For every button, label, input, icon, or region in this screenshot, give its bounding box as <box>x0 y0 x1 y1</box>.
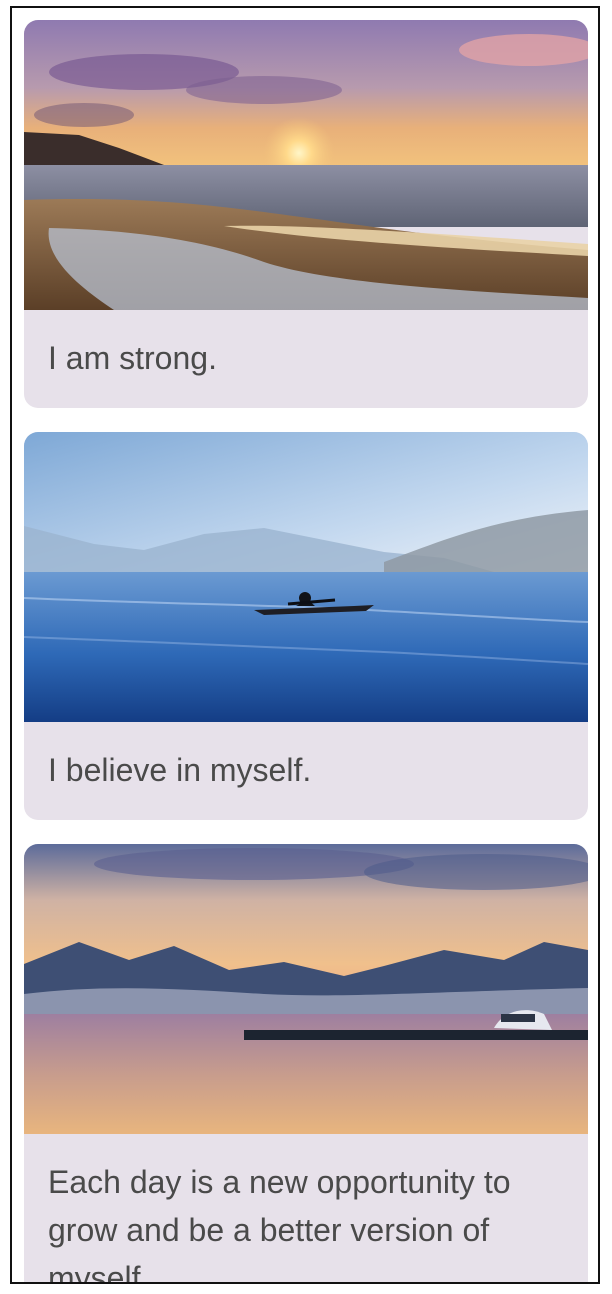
affirmations-frame: I am strong. I believe in myself. Each d… <box>10 6 600 1284</box>
mountain-lake-image <box>24 844 588 1134</box>
affirmation-card[interactable]: Each day is a new opportunity to grow an… <box>24 844 588 1284</box>
sunset-beach-image <box>24 20 588 310</box>
affirmation-card[interactable]: I am strong. <box>24 20 588 408</box>
kayak-lake-image <box>24 432 588 722</box>
affirmation-text: I believe in myself. <box>48 752 312 788</box>
affirmation-feed[interactable]: I am strong. I believe in myself. Each d… <box>24 20 588 1284</box>
affirmation-card[interactable]: I believe in myself. <box>24 432 588 820</box>
affirmation-text: I am strong. <box>48 340 217 376</box>
affirmation-text: Each day is a new opportunity to grow an… <box>48 1164 511 1284</box>
